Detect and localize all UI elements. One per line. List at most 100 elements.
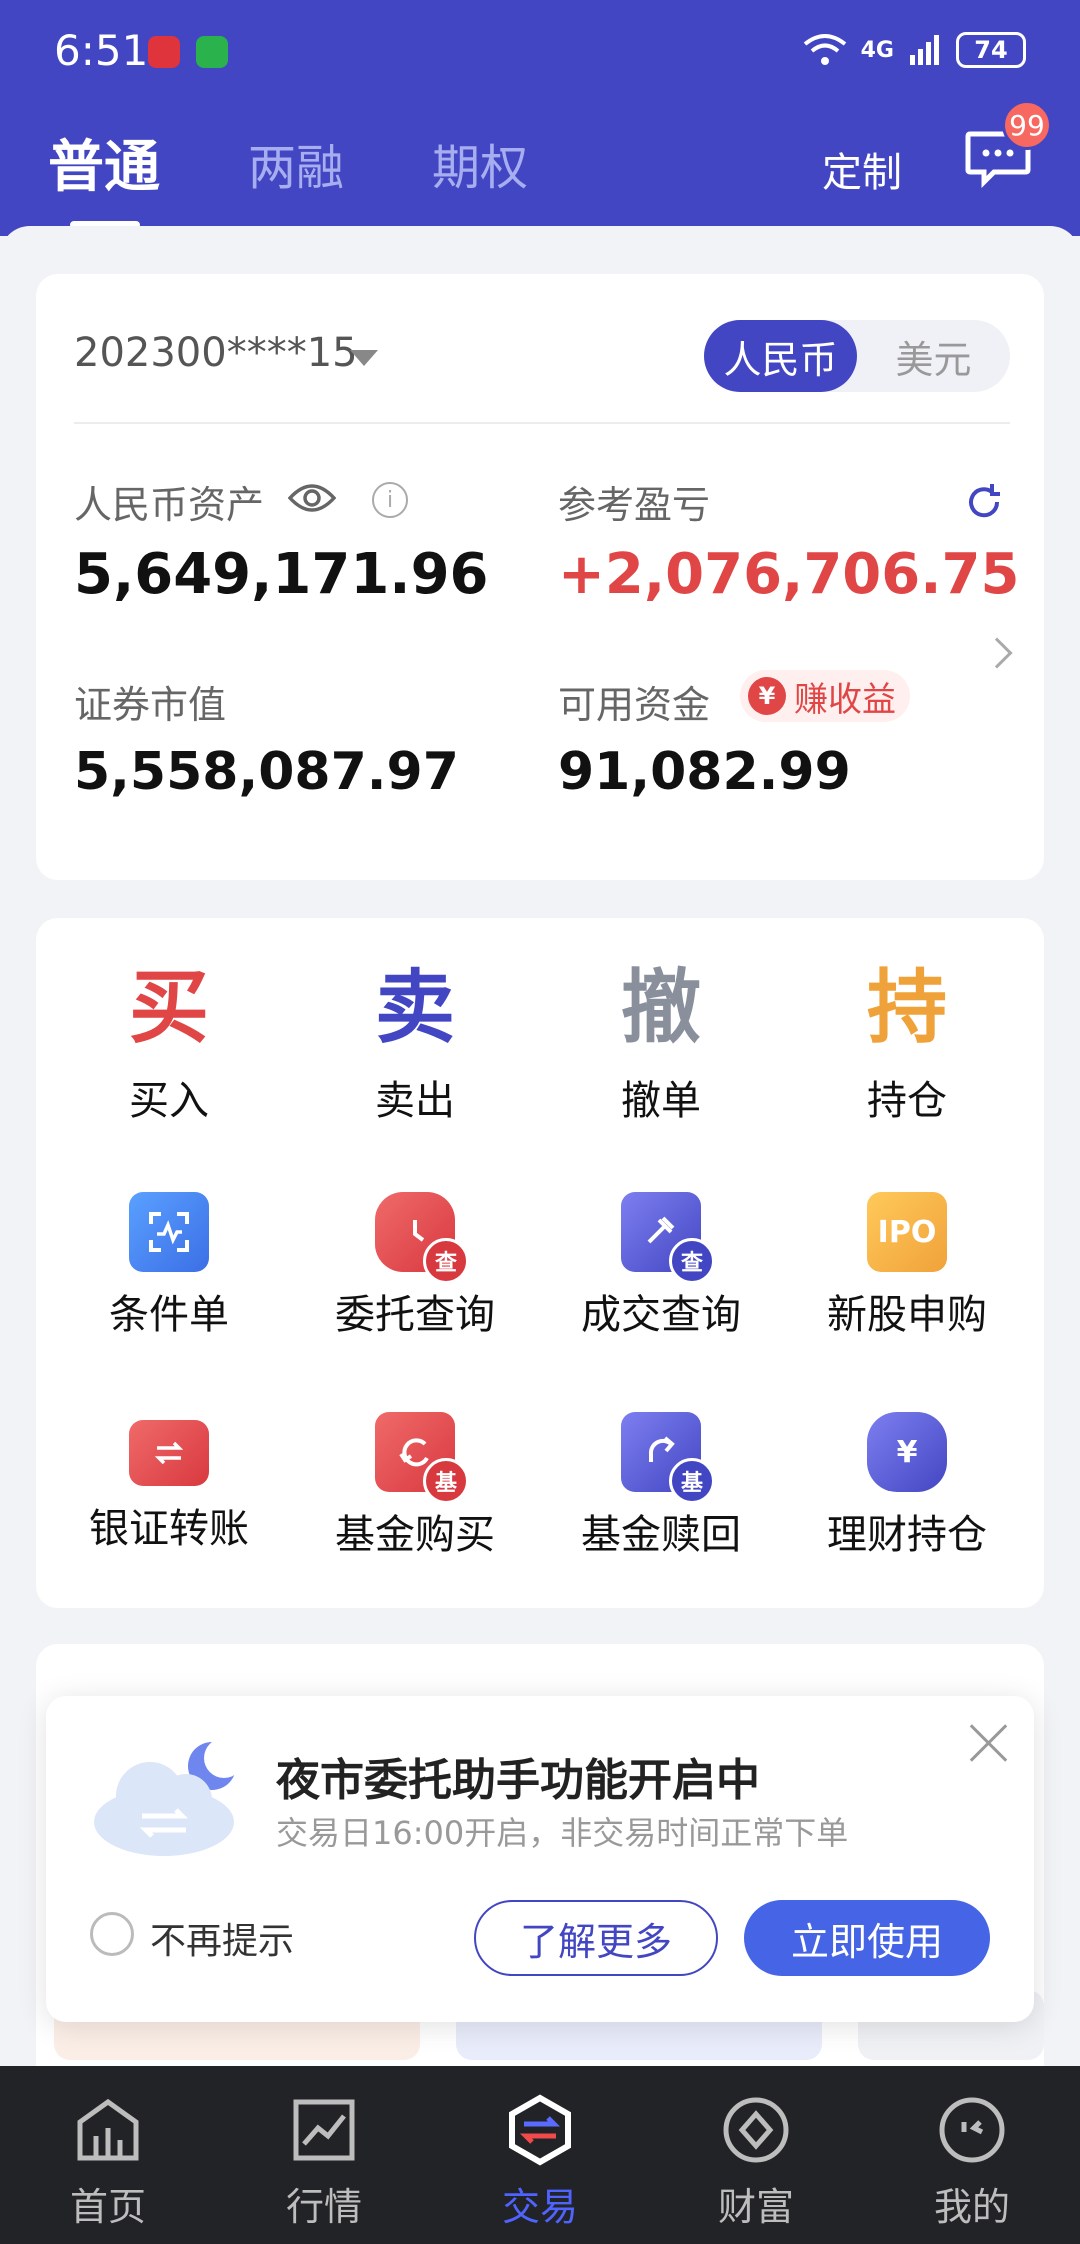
conditional-order-label: 条件单: [109, 1292, 229, 1338]
earn-badge-label: 赚收益: [794, 679, 896, 720]
tab-options[interactable]: 期权: [432, 128, 528, 203]
status-right: 4G 74: [803, 32, 1026, 68]
query-badge-icon: 查: [669, 1238, 715, 1284]
trade-query-button[interactable]: 查 成交查询: [538, 1192, 784, 1340]
pnl-label: 参考盈亏: [558, 483, 711, 527]
fund-redeem-button[interactable]: 基 基金赎回: [538, 1412, 784, 1560]
holdings-button[interactable]: 持 持仓: [784, 958, 1030, 1126]
nav-wealth[interactable]: 财富: [648, 2066, 864, 2244]
bank-transfer-label: 银证转账: [89, 1506, 249, 1552]
nav-home-label: 首页: [69, 2185, 146, 2229]
wealth-holdings-button[interactable]: ¥ 理财持仓: [784, 1412, 1030, 1560]
wechat-notification-icon: [196, 36, 228, 68]
tab-normal[interactable]: 普通: [48, 122, 160, 229]
nav-trade[interactable]: 交易: [432, 2066, 648, 2244]
close-icon[interactable]: [968, 1722, 1008, 1762]
status-time: 6:51: [54, 26, 149, 75]
fund-purchase-button[interactable]: 基 基金购买: [292, 1412, 538, 1560]
conditional-order-button[interactable]: 条件单: [46, 1192, 292, 1340]
chevron-right-icon[interactable]: [981, 637, 1013, 669]
info-icon[interactable]: i: [372, 482, 408, 518]
sell-button[interactable]: 卖 卖出: [292, 958, 538, 1126]
popup-subtitle: 交易日16:00开启，非交易时间正常下单: [276, 1814, 849, 1852]
ipo-label: 新股申购: [827, 1292, 987, 1338]
total-assets-value: 5,649,171.96: [74, 542, 489, 607]
nav-market[interactable]: 行情: [216, 2066, 432, 2244]
account-number[interactable]: 202300****15: [74, 330, 358, 376]
function-grid: 买 买入 卖 卖出 撤 撤单 持 持仓 条件单 查 委托查询 查 成交查询 IP…: [36, 918, 1044, 1608]
nav-trade-label: 交易: [501, 2185, 578, 2229]
huawei-notification-icon: [148, 36, 180, 68]
currency-usd[interactable]: 美元: [857, 320, 1010, 392]
ipo-subscribe-button[interactable]: IPO 新股申购: [784, 1192, 1030, 1340]
conditional-order-icon: [129, 1192, 209, 1272]
fund-purchase-label: 基金购买: [335, 1512, 495, 1558]
bank-transfer-button[interactable]: 银证转账: [46, 1412, 292, 1554]
pnl-value: +2,076,706.75: [558, 542, 1020, 607]
holdings-label: 持仓: [867, 1078, 947, 1124]
signal-icon: [910, 35, 939, 65]
buy-label: 买入: [129, 1078, 209, 1124]
holdings-glyph: 持: [867, 961, 947, 1054]
eye-icon[interactable]: [288, 480, 336, 516]
sell-glyph: 卖: [375, 961, 455, 1054]
fund-redeem-label: 基金赎回: [581, 1512, 741, 1558]
chart-icon: [293, 2099, 355, 2161]
asset-card: 202300****15 人民币 美元 人民币资产 i 5,649,171.96…: [36, 274, 1044, 880]
use-now-button[interactable]: 立即使用: [744, 1900, 990, 1976]
yen-icon: ¥: [748, 677, 786, 715]
sell-label: 卖出: [375, 1078, 455, 1124]
buy-glyph: 买: [129, 961, 209, 1054]
status-bar: 6:51 4G 74: [0, 22, 1080, 82]
night-order-popup: 夜市委托助手功能开启中 交易日16:00开启，非交易时间正常下单 不再提示 了解…: [46, 1696, 1034, 2022]
bottom-nav: 首页 行情 交易 财富 我的: [0, 2066, 1080, 2244]
trade-icon: [509, 2094, 571, 2166]
fund-redeem-icon: 基: [621, 1412, 715, 1504]
cancel-label: 撤单: [621, 1078, 701, 1124]
wealth-holdings-label: 理财持仓: [827, 1512, 987, 1558]
wifi-icon: [803, 34, 846, 65]
fund-badge-icon: 基: [423, 1458, 469, 1504]
dont-show-again-checkbox[interactable]: [90, 1912, 134, 1956]
order-query-button[interactable]: 查 委托查询: [292, 1192, 538, 1340]
learn-more-button[interactable]: 了解更多: [474, 1900, 718, 1976]
market-value-label: 证券市值: [74, 683, 227, 727]
battery-indicator: 74: [956, 32, 1026, 68]
nav-home[interactable]: 首页: [0, 2066, 216, 2244]
trade-type-tabs: 普通 两融 期权: [48, 128, 528, 229]
divider: [74, 422, 1010, 424]
network-type: 4G: [860, 37, 894, 63]
available-cash-label: 可用资金: [558, 683, 711, 727]
nav-profile-label: 我的: [933, 2185, 1010, 2229]
trade-query-label: 成交查询: [581, 1292, 741, 1338]
tab-margin[interactable]: 两融: [248, 128, 344, 203]
currency-toggle: 人民币 美元: [704, 320, 1010, 392]
account-dropdown-icon[interactable]: [350, 350, 378, 366]
nav-profile[interactable]: 我的: [864, 2066, 1080, 2244]
home-icon: [77, 2098, 139, 2161]
currency-cny[interactable]: 人民币: [704, 320, 857, 392]
customize-button[interactable]: 定制: [822, 140, 902, 198]
wealth-holdings-icon: ¥: [867, 1412, 947, 1492]
available-cash-value: 91,082.99: [558, 742, 851, 802]
wealth-icon: [723, 2097, 789, 2163]
app-header: 6:51 4G 74 普通 两融 期权 定制 99: [0, 0, 1080, 236]
dont-show-again-label[interactable]: 不再提示: [150, 1912, 294, 1964]
buy-button[interactable]: 买 买入: [46, 958, 292, 1126]
refresh-icon[interactable]: [964, 482, 1004, 522]
fund-purchase-icon: 基: [375, 1412, 469, 1504]
ipo-icon: IPO: [867, 1192, 947, 1272]
cloud-moon-icon: [94, 1738, 240, 1856]
order-query-label: 委托查询: [335, 1292, 495, 1338]
cancel-glyph: 撤: [621, 961, 701, 1054]
earn-badge[interactable]: ¥ 赚收益: [740, 670, 910, 722]
query-badge-icon: 查: [423, 1238, 469, 1284]
nav-market-label: 行情: [285, 2185, 362, 2229]
cancel-order-button[interactable]: 撤 撤单: [538, 958, 784, 1126]
bank-transfer-icon: [129, 1420, 209, 1486]
trade-query-icon: 查: [621, 1192, 715, 1284]
order-query-icon: 查: [375, 1192, 469, 1284]
total-assets-label: 人民币资产: [74, 483, 265, 527]
nav-wealth-label: 财富: [717, 2185, 794, 2229]
market-value: 5,558,087.97: [74, 742, 459, 802]
